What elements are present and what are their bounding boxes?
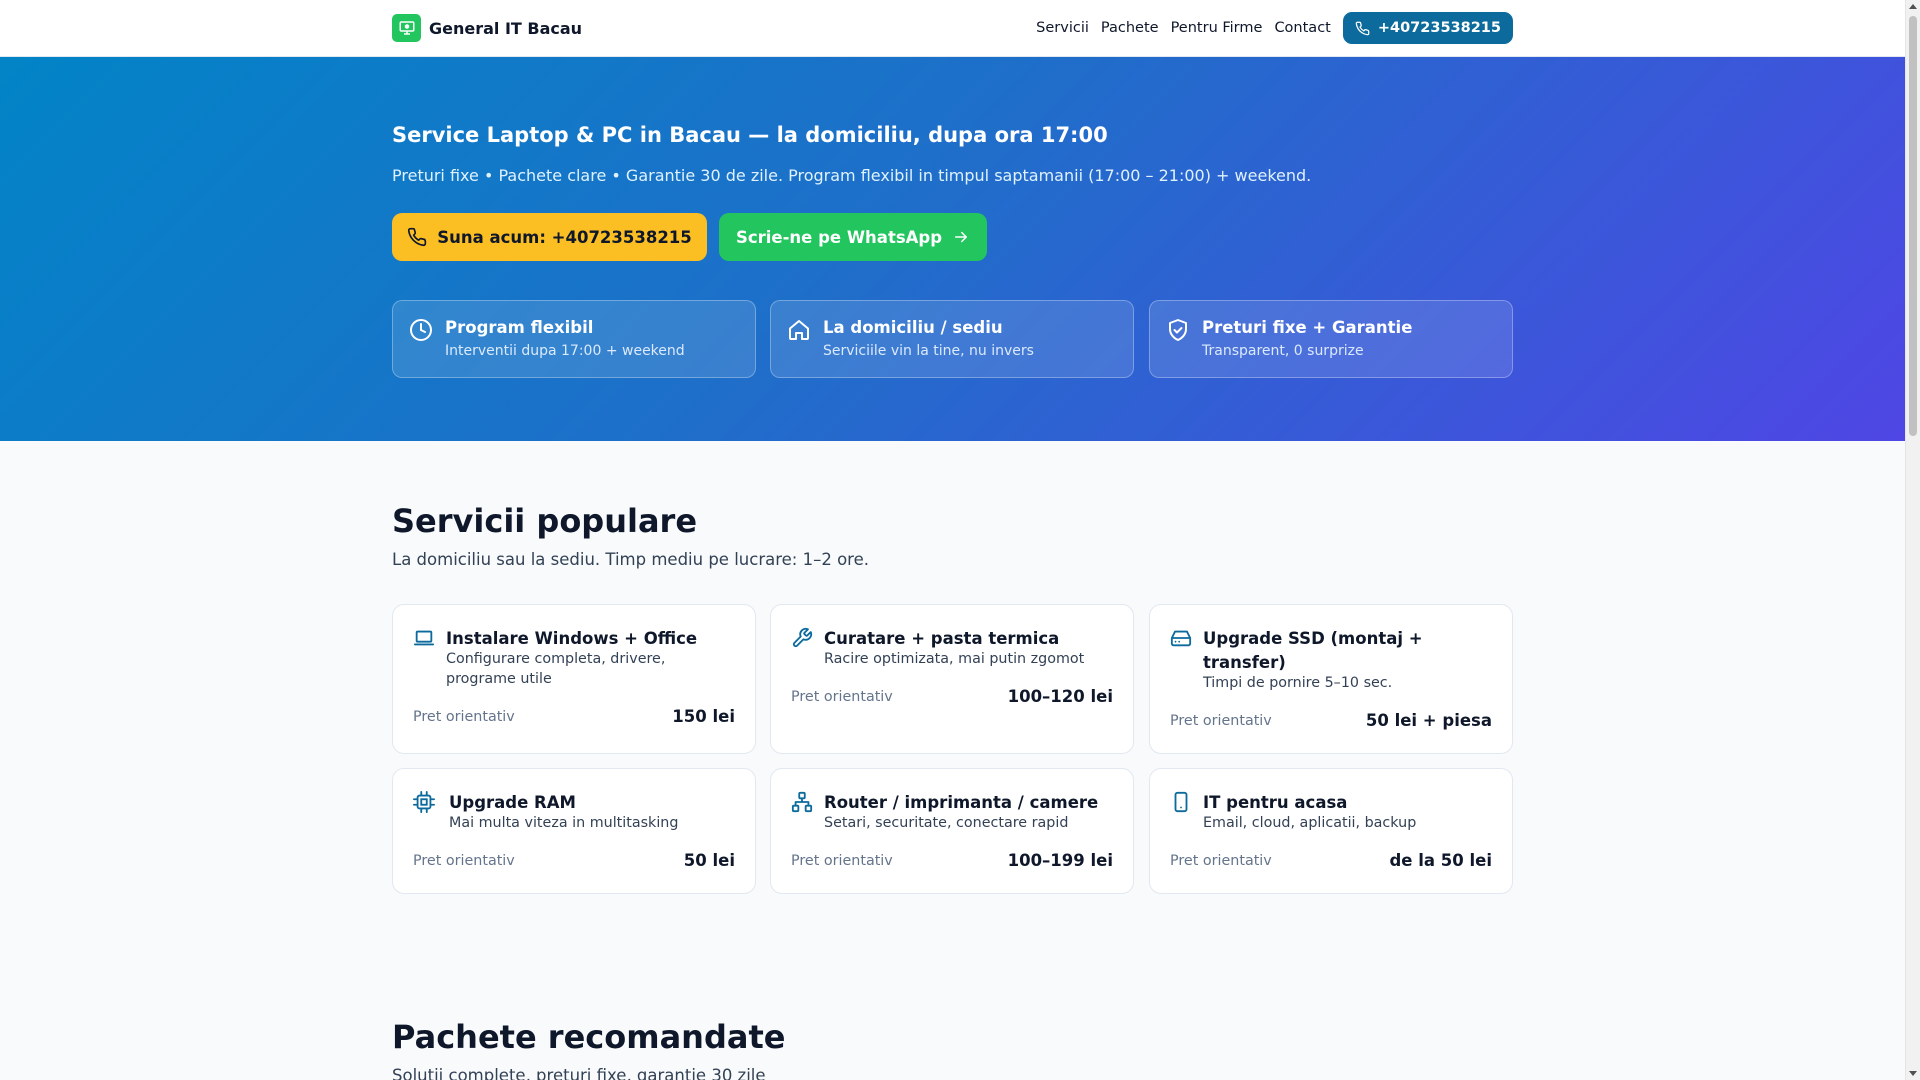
price-label: Pret orientativ <box>1170 713 1272 729</box>
scrollbar-thumb[interactable] <box>1909 16 1917 436</box>
nav-pachete[interactable]: Pachete <box>1101 20 1159 36</box>
price-label: Pret orientativ <box>413 709 515 725</box>
wrench-icon <box>792 627 813 648</box>
network-icon <box>791 791 813 813</box>
service-card[interactable]: Curatare + pasta termica Racire optimiza… <box>770 604 1134 754</box>
packages-subtitle: Solutii complete, preturi fixe, garantie… <box>392 1066 766 1080</box>
scroll-down-arrow-icon[interactable] <box>1909 1071 1917 1076</box>
service-description: Configurare completa, drivere, programe … <box>446 651 666 687</box>
nav-pentru-firme[interactable]: Pentru Firme <box>1171 20 1263 36</box>
nav-contact[interactable]: Contact <box>1274 20 1330 36</box>
service-description: Email, cloud, aplicatii, backup <box>1203 815 1417 831</box>
feature-title: La domiciliu / sediu <box>823 318 1003 337</box>
service-card[interactable]: Router / imprimanta / camere Setari, sec… <box>770 768 1134 894</box>
hero-title: Service Laptop & PC in Bacau — la domici… <box>392 123 1108 147</box>
phone-icon <box>1355 21 1370 35</box>
service-description: Racire optimizata, mai putin zgomot <box>824 651 1085 667</box>
service-card[interactable]: IT pentru acasa Email, cloud, aplicatii,… <box>1149 768 1513 894</box>
service-card[interactable]: Instalare Windows + Office Configurare c… <box>392 604 756 754</box>
page: General IT Bacau Servicii Pachete Pentru… <box>0 0 1905 1080</box>
scroll-up-arrow-icon[interactable] <box>1909 4 1917 9</box>
feature-title: Preturi fixe + Garantie <box>1202 318 1413 337</box>
laptop-icon <box>413 630 435 646</box>
feature-title: Program flexibil <box>445 318 594 337</box>
service-price: 50 lei <box>683 851 735 870</box>
call-now-button[interactable]: Suna acum: +40723538215 <box>392 213 707 261</box>
feature-card-schedule: Program flexibil Interventii dupa 17:00 … <box>392 300 756 378</box>
price-label: Pret orientativ <box>791 689 893 705</box>
service-price: 100–120 lei <box>1007 687 1113 706</box>
whatsapp-button[interactable]: Scrie-ne pe WhatsApp <box>719 213 987 261</box>
hero-subtitle: Preturi fixe • Pachete clare • Garantie … <box>392 166 1312 185</box>
call-now-label: Suna acum: +40723538215 <box>437 227 692 247</box>
price-label: Pret orientativ <box>1170 853 1272 869</box>
service-title: Curatare + pasta termica <box>824 629 1060 648</box>
nav-servicii[interactable]: Servicii <box>1036 20 1089 36</box>
service-card[interactable]: Upgrade RAM Mai multa viteza in multitas… <box>392 768 756 894</box>
service-description: Setari, securitate, conectare rapid <box>824 815 1069 831</box>
site-header: General IT Bacau Servicii Pachete Pentru… <box>0 0 1905 57</box>
chip-icon <box>413 791 435 813</box>
brand-name: General IT Bacau <box>429 18 583 38</box>
price-label: Pret orientativ <box>413 853 515 869</box>
whatsapp-label: Scrie-ne pe WhatsApp <box>735 227 943 247</box>
page-scrollbar[interactable] <box>1905 0 1920 1080</box>
service-title: Instalare Windows + Office <box>446 629 698 648</box>
monitor-logo-icon <box>392 14 421 42</box>
feature-card-home: La domiciliu / sediu Serviciile vin la t… <box>770 300 1134 378</box>
service-card[interactable]: Upgrade SSD (montaj + transfer) Timpi de… <box>1149 604 1513 754</box>
feature-card-pricing: Preturi fixe + Garantie Transparent, 0 s… <box>1149 300 1513 378</box>
brand[interactable]: General IT Bacau <box>392 14 582 42</box>
shield-check-icon <box>1169 319 1187 341</box>
tablet-icon <box>1174 791 1188 813</box>
service-price: 100–199 lei <box>1007 851 1113 870</box>
service-title: Upgrade RAM <box>449 793 576 812</box>
feature-subtitle: Transparent, 0 surprize <box>1202 343 1364 359</box>
service-price: 150 lei <box>672 707 735 726</box>
packages-title: Pachete recomandate <box>392 1018 786 1056</box>
services-subtitle: La domiciliu sau la sediu. Timp mediu pe… <box>392 550 869 569</box>
clock-icon <box>410 319 432 341</box>
header-phone-number: +40723538215 <box>1377 20 1501 36</box>
service-price: de la 50 lei <box>1389 851 1493 870</box>
services-title: Servicii populare <box>392 502 698 540</box>
phone-icon <box>408 227 427 247</box>
main-nav: Servicii Pachete Pentru Firme Contact +4… <box>1036 12 1513 44</box>
price-label: Pret orientativ <box>791 853 893 869</box>
drive-icon <box>1170 630 1192 647</box>
header-call-button[interactable]: +40723538215 <box>1342 12 1513 44</box>
feature-subtitle: Serviciile vin la tine, nu invers <box>823 343 1034 359</box>
service-price: 50 lei + piesa <box>1365 711 1492 730</box>
home-icon <box>789 320 809 340</box>
feature-subtitle: Interventii dupa 17:00 + weekend <box>445 343 685 359</box>
service-description: Mai multa viteza in multitasking <box>449 815 679 831</box>
service-title: Upgrade SSD (montaj + transfer) <box>1203 629 1423 672</box>
service-title: IT pentru acasa <box>1203 793 1348 812</box>
service-description: Timpi de pornire 5–10 sec. <box>1203 675 1393 691</box>
arrow-right-icon <box>955 231 968 243</box>
hero-section: Service Laptop & PC in Bacau — la domici… <box>0 57 1905 441</box>
service-title: Router / imprimanta / camere <box>824 793 1099 812</box>
